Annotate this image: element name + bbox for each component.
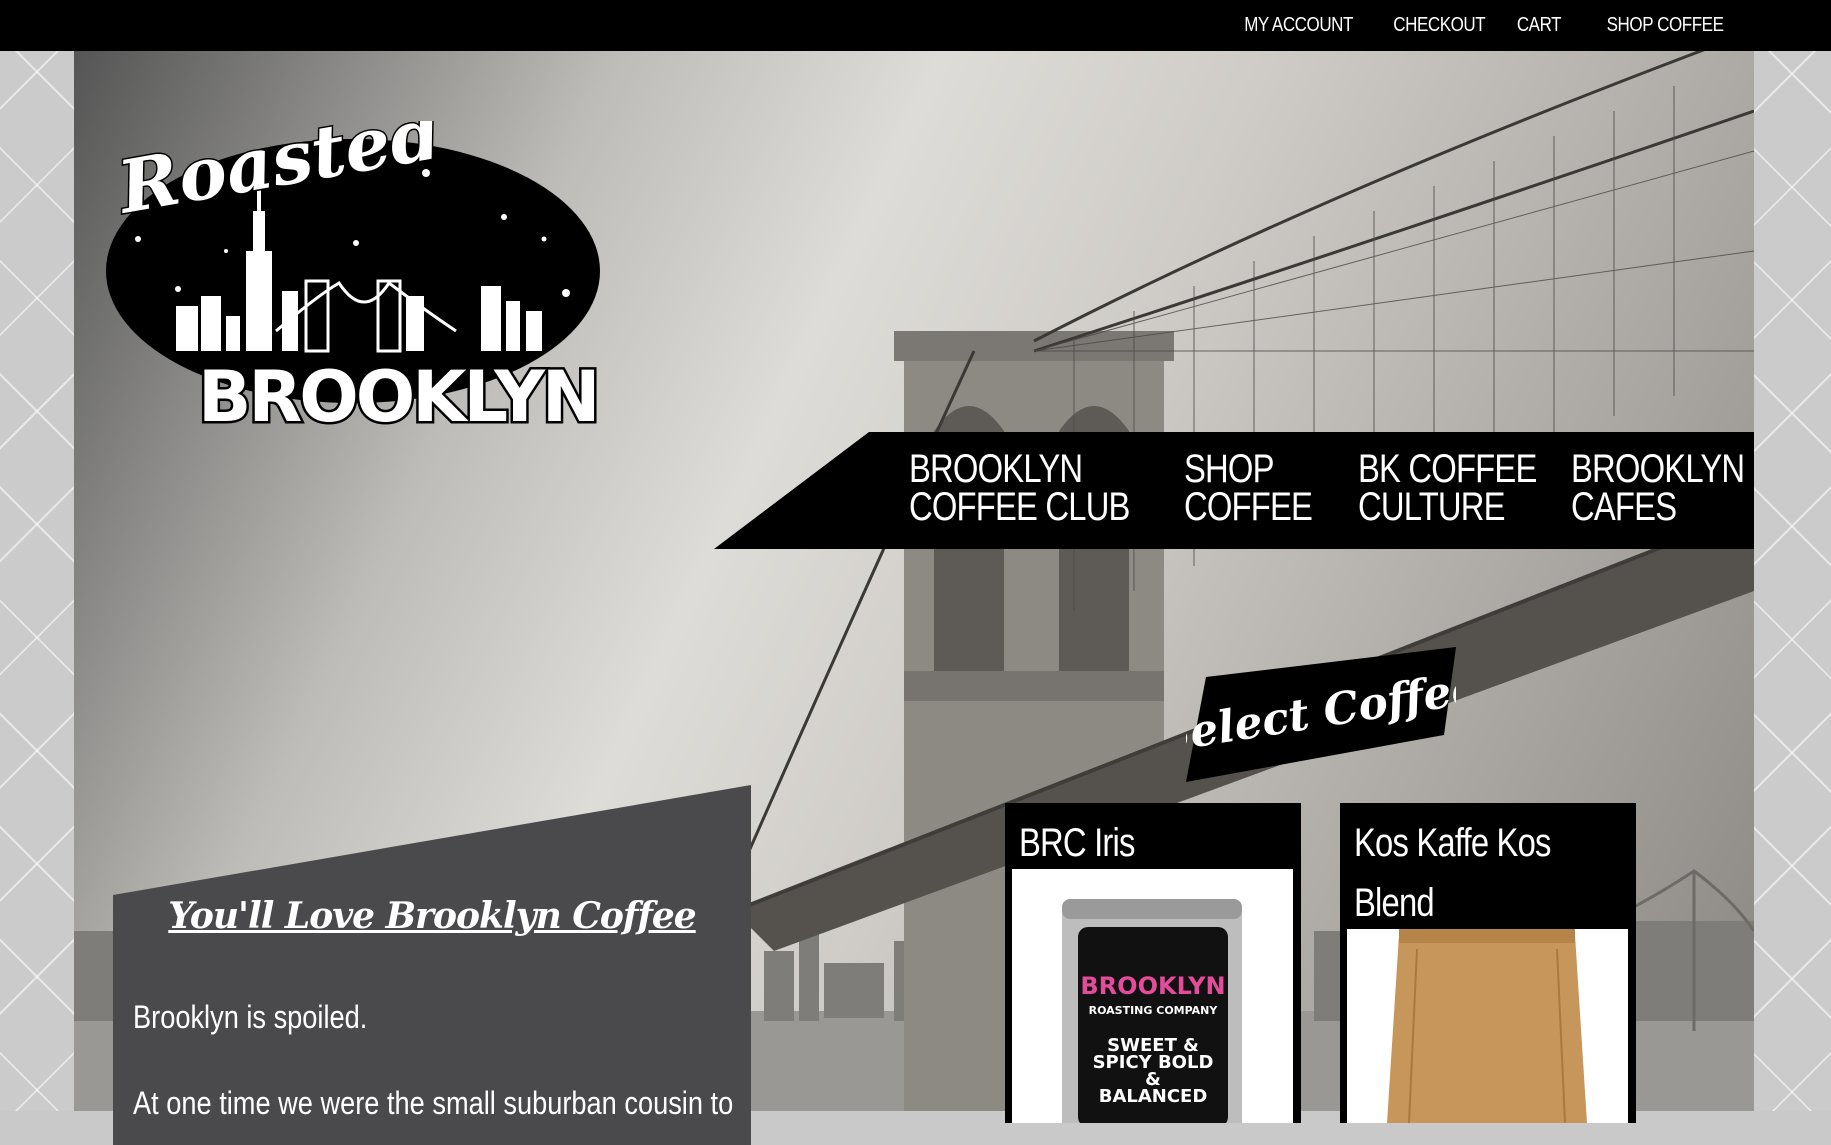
checkout-link[interactable]: CHECKOUT [1393, 14, 1485, 37]
product-card[interactable]: Kos Kaffe Kos Blend [1340, 803, 1636, 1123]
nav-shop-coffee[interactable]: SHOP COFFEE [1184, 449, 1313, 527]
my-account-link[interactable]: MY ACCOUNT [1244, 14, 1353, 37]
nav-bk-coffee-culture[interactable]: BK COFFEE CULTURE [1358, 449, 1537, 527]
nav-brooklyn-cafes[interactable]: BROOKLYN CAFES [1571, 449, 1745, 527]
product-title[interactable]: BRC Iris [1019, 813, 1135, 873]
intro-heading: You'll Love Brooklyn Coffee [168, 895, 696, 937]
product-image[interactable] [1347, 929, 1628, 1123]
can-brand-text: BROOKLYN [1080, 972, 1225, 1000]
background-pattern-left [0, 0, 74, 1111]
product-title[interactable]: Kos Kaffe Kos Blend [1354, 813, 1551, 933]
select-coffee-banner[interactable]: Select Coffee [1186, 647, 1456, 782]
product-image[interactable]: BROOKLYN ROASTING COMPANY SWEET & SPICY … [1012, 869, 1293, 1123]
intro-paragraph-2: At one time we were the small suburban c… [133, 1085, 734, 1121]
logo-block-text: BROOKLYN [198, 356, 598, 438]
background-pattern-right [1753, 0, 1831, 1111]
product-card[interactable]: BRC Iris BROOKLYN ROASTING COMPANY SWEET… [1005, 803, 1301, 1123]
top-nav: MY ACCOUNT CHECKOUT CART SHOP COFFEE [1225, 0, 1723, 51]
cart-link[interactable]: CART [1517, 14, 1562, 37]
top-bar: MY ACCOUNT CHECKOUT CART SHOP COFFEE [0, 0, 1831, 51]
shop-coffee-link[interactable]: SHOP COFFEE [1606, 14, 1723, 37]
can-tagline-text: SWEET & SPICY BOLD & BALANCED [1092, 1037, 1214, 1107]
nav-brooklyn-coffee-club[interactable]: BROOKLYN COFFEE CLUB [909, 449, 1130, 527]
main-nav: BROOKLYN COFFEE CLUB SHOP COFFEE BK COFFEE… [714, 432, 1754, 549]
intro-paragraph-1: Brooklyn is spoiled. [133, 999, 368, 1035]
can-sub-text: ROASTING COMPANY [1089, 1004, 1219, 1017]
roasted-brooklyn-logo[interactable]: Roasted BROOKLYN [106, 121, 600, 441]
